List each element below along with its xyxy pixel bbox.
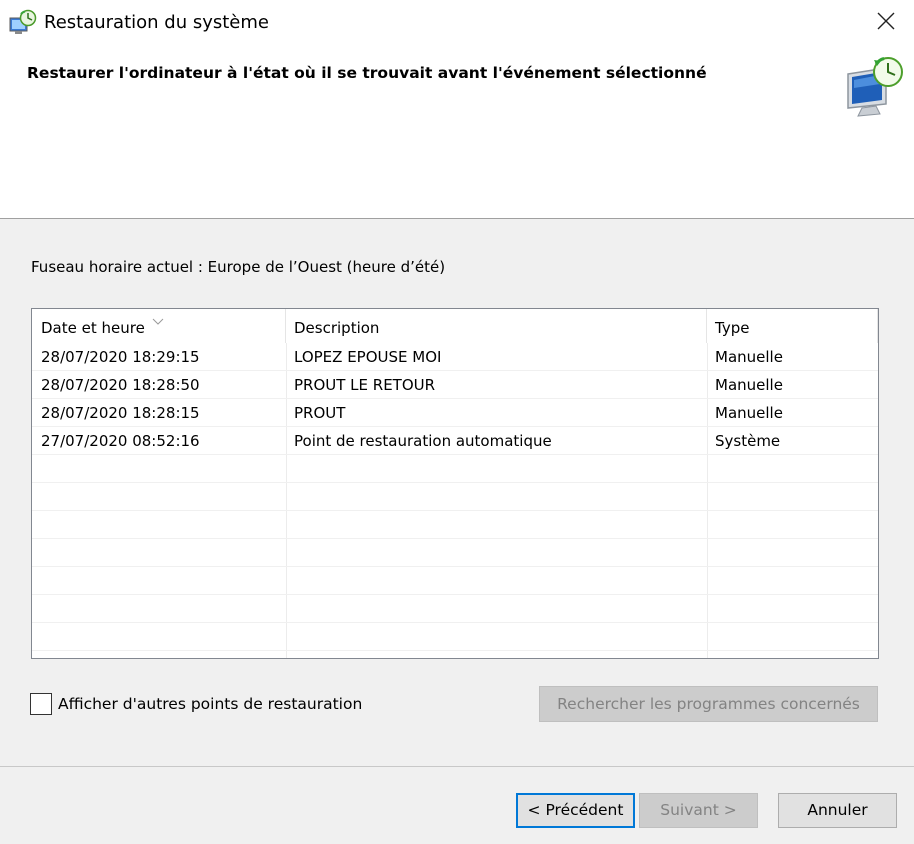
row-date: 28/07/2020 18:28:15 [41,404,200,422]
row-date: 27/07/2020 08:52:16 [41,432,200,450]
system-restore-monitor-icon [840,54,908,118]
show-more-checkbox[interactable] [30,693,52,715]
empty-row [32,595,878,623]
empty-row [32,623,878,651]
window-title: Restauration du système [44,12,269,33]
column-header-type-label: Type [715,319,750,337]
empty-row [32,455,878,483]
show-more-label: Afficher d'autres points de restauration [58,695,363,713]
row-date: 28/07/2020 18:28:50 [41,376,200,394]
table-row[interactable]: 27/07/2020 08:52:16 Point de restauratio… [32,427,878,455]
previous-button[interactable]: < Précédent [516,793,635,828]
column-header-description-label: Description [294,319,380,337]
row-type: Manuelle [715,376,783,394]
row-type: Manuelle [715,404,783,422]
row-description: Point de restauration automatique [294,432,552,450]
instruction-heading: Restaurer l'ordinateur à l'état où il se… [27,64,707,82]
row-description: LOPEZ EPOUSE MOI [294,348,442,366]
column-header-date[interactable]: Date et heure [32,309,286,343]
row-type: Système [715,432,781,450]
timezone-label: Fuseau horaire actuel : Europe de l’Oues… [31,258,446,276]
header-panel: Restaurer l'ordinateur à l'état où il se… [0,46,914,219]
show-more-restore-points[interactable]: Afficher d'autres points de restauration [30,693,362,715]
footer-divider [0,766,914,767]
empty-row [32,511,878,539]
column-header-type[interactable]: Type [707,309,878,343]
column-header-description[interactable]: Description [286,309,707,343]
row-description: PROUT [294,404,346,422]
close-icon [877,12,895,34]
scan-affected-programs-button[interactable]: Rechercher les programmes concernés [539,686,878,722]
column-header-date-label: Date et heure [41,319,145,337]
table-row[interactable]: 28/07/2020 18:29:15 LOPEZ EPOUSE MOI Man… [32,343,878,371]
close-button[interactable] [866,6,906,40]
row-date: 28/07/2020 18:29:15 [41,348,200,366]
empty-row [32,539,878,567]
empty-row [32,483,878,511]
next-button[interactable]: Suivant > [639,793,758,828]
cancel-button[interactable]: Annuler [778,793,897,828]
empty-row [32,567,878,595]
sort-descending-icon [152,311,164,329]
table-row[interactable]: 28/07/2020 18:28:15 PROUT Manuelle [32,399,878,427]
system-restore-icon [8,9,38,39]
row-type: Manuelle [715,348,783,366]
table-row[interactable]: 28/07/2020 18:28:50 PROUT LE RETOUR Manu… [32,371,878,399]
list-header: Date et heure Description Type [32,309,878,343]
restore-points-list[interactable]: Date et heure Description Type 28/07/202… [31,308,879,659]
title-bar: Restauration du système [0,0,914,46]
row-description: PROUT LE RETOUR [294,376,436,394]
